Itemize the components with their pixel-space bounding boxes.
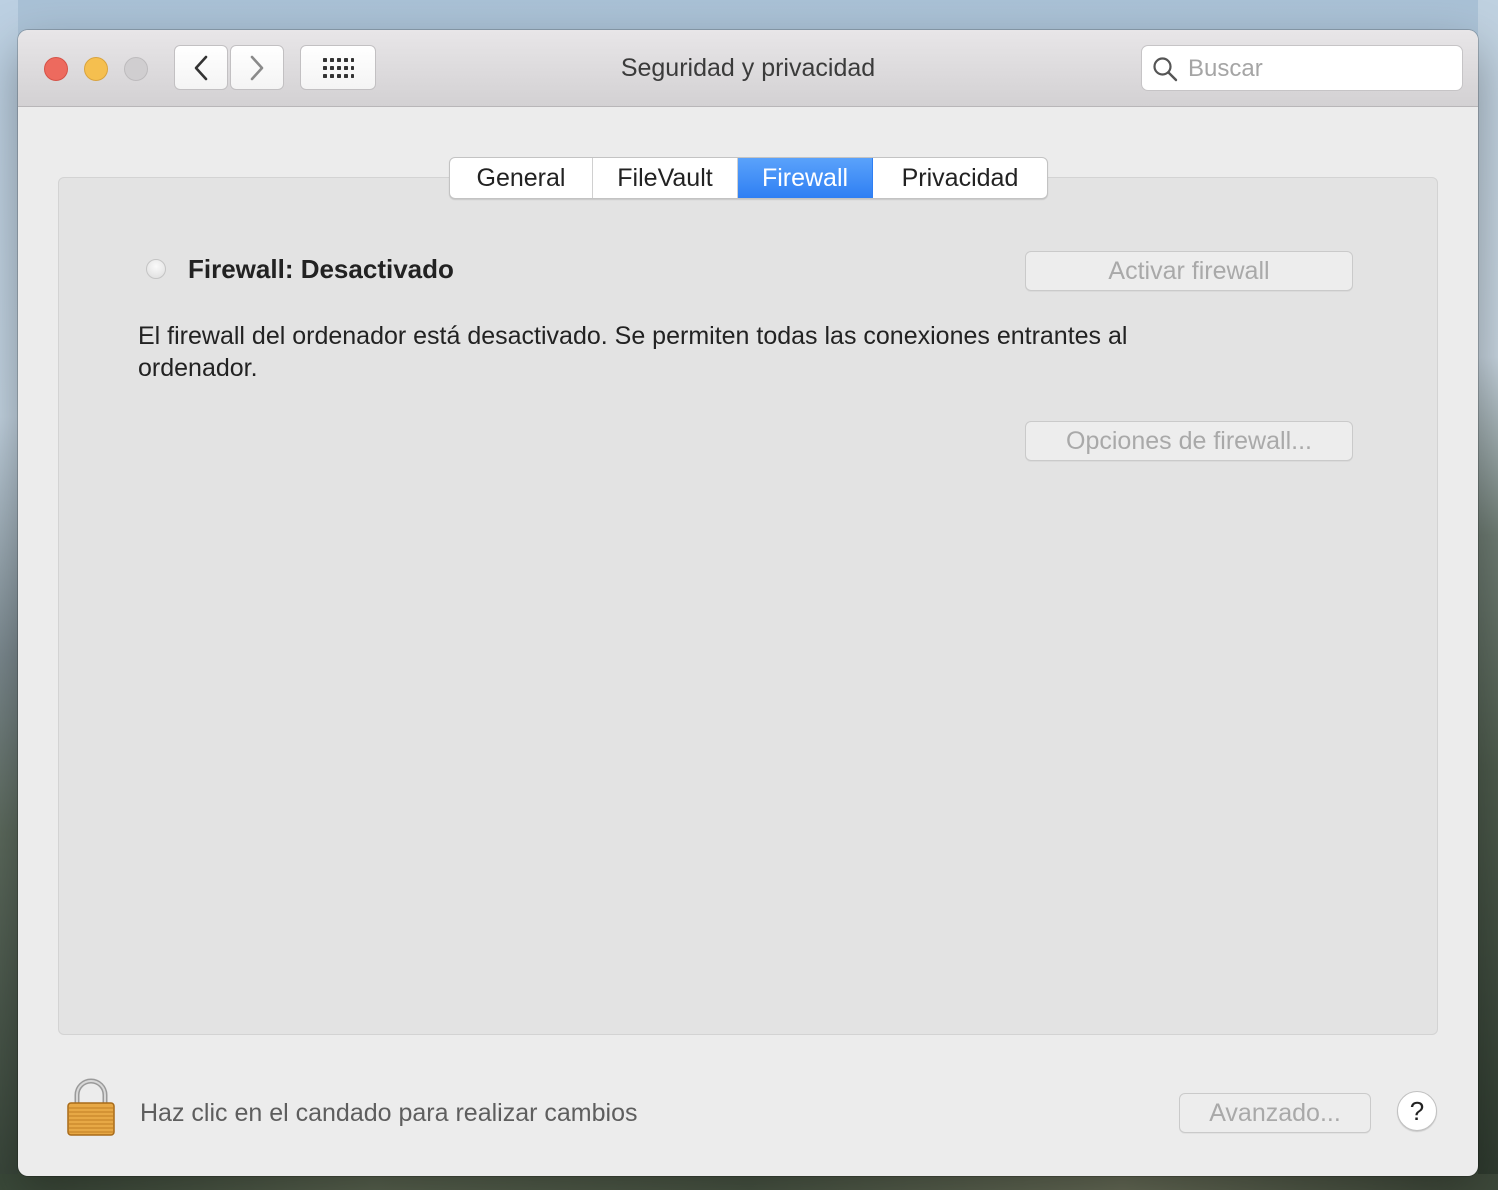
grid-icon bbox=[323, 57, 354, 78]
search-field[interactable] bbox=[1141, 45, 1463, 91]
help-button[interactable]: ? bbox=[1397, 1091, 1437, 1131]
search-icon bbox=[1153, 57, 1178, 82]
firewall-status-label: Firewall: Desactivado bbox=[188, 254, 454, 284]
tab-filevault[interactable]: FileVault bbox=[593, 158, 738, 198]
desktop-wallpaper-left bbox=[0, 0, 18, 1190]
show-all-button[interactable] bbox=[300, 45, 376, 90]
forward-button[interactable] bbox=[230, 45, 284, 90]
tab-privacidad[interactable]: Privacidad bbox=[873, 158, 1047, 198]
chevron-right-icon bbox=[250, 55, 264, 80]
title-bar: Seguridad y privacidad bbox=[18, 30, 1478, 107]
firewall-panel bbox=[58, 177, 1438, 1035]
desktop-wallpaper-right bbox=[1478, 0, 1498, 1190]
close-window-button[interactable] bbox=[44, 57, 68, 81]
search-input[interactable] bbox=[1186, 52, 1450, 86]
window-title: Seguridad y privacidad bbox=[620, 54, 876, 82]
firewall-description: El firewall del ordenador está desactiva… bbox=[138, 322, 1128, 382]
lock-icon[interactable] bbox=[66, 1078, 116, 1136]
tab-bar: General FileVault Firewall Privacidad bbox=[449, 157, 1048, 199]
advanced-button[interactable]: Avanzado... bbox=[1179, 1093, 1371, 1133]
zoom-window-button[interactable] bbox=[124, 57, 148, 81]
chevron-left-icon bbox=[194, 55, 208, 80]
tab-general[interactable]: General bbox=[450, 158, 593, 198]
tab-firewall[interactable]: Firewall bbox=[738, 158, 873, 198]
activate-firewall-button[interactable]: Activar firewall bbox=[1025, 251, 1353, 291]
navigation-buttons bbox=[174, 45, 284, 90]
firewall-status-indicator bbox=[146, 259, 166, 279]
firewall-options-button[interactable]: Opciones de firewall... bbox=[1025, 421, 1353, 461]
preferences-window: Seguridad y privacidad General FileVault… bbox=[18, 30, 1478, 1176]
minimize-window-button[interactable] bbox=[84, 57, 108, 81]
back-button[interactable] bbox=[174, 45, 228, 90]
desktop-wallpaper-bottom bbox=[0, 1174, 1498, 1190]
lock-hint-text: Haz clic en el candado para realizar cam… bbox=[140, 1099, 638, 1127]
